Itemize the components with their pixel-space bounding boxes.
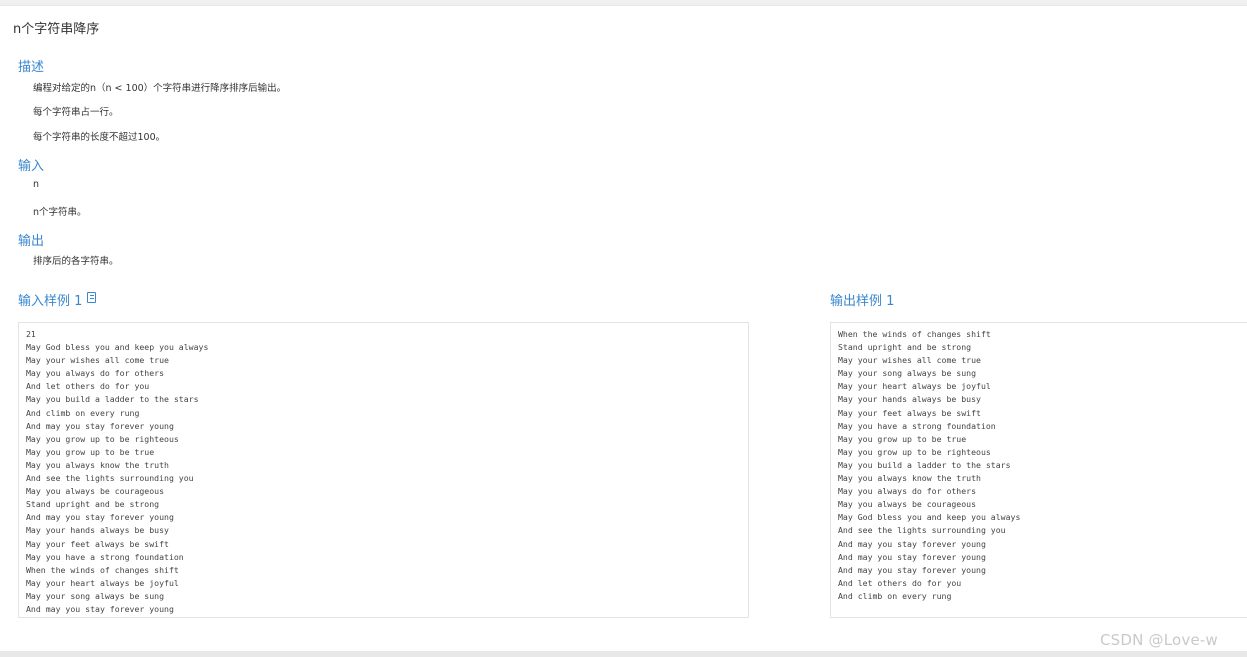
sample-output-heading: 输出样例 1: [830, 294, 895, 309]
bottom-bar: [0, 651, 1247, 657]
description-line-3: 每个字符串的长度不超过100。: [33, 132, 166, 143]
description-line-1: 编程对给定的n（n < 100）个字符串进行降序排序后输出。: [33, 83, 287, 94]
copy-icon[interactable]: [87, 292, 96, 303]
input-heading: 输入: [18, 159, 45, 174]
sample-input-text: 21 May God bless you and keep you always…: [26, 329, 209, 614]
sample-output-box[interactable]: When the winds of changes shift Stand up…: [830, 322, 1247, 618]
sample-output-text: When the winds of changes shift Stand up…: [838, 329, 1021, 601]
description-line-2: 每个字符串占一行。: [33, 107, 119, 118]
watermark: CSDN @Love-w: [1100, 631, 1218, 649]
problem-panel: n个字符串降序 描述 编程对给定的n（n < 100）个字符串进行降序排序后输出…: [0, 5, 1247, 652]
input-line-2: n个字符串。: [33, 207, 87, 218]
output-heading: 输出: [18, 234, 45, 249]
sample-input-heading: 输入样例 1: [18, 294, 83, 309]
sample-input-box[interactable]: 21 May God bless you and keep you always…: [18, 322, 749, 618]
output-line-1: 排序后的各字符串。: [33, 256, 119, 267]
problem-title: n个字符串降序: [13, 22, 100, 37]
input-line-1: n: [33, 179, 40, 190]
description-heading: 描述: [18, 60, 45, 75]
